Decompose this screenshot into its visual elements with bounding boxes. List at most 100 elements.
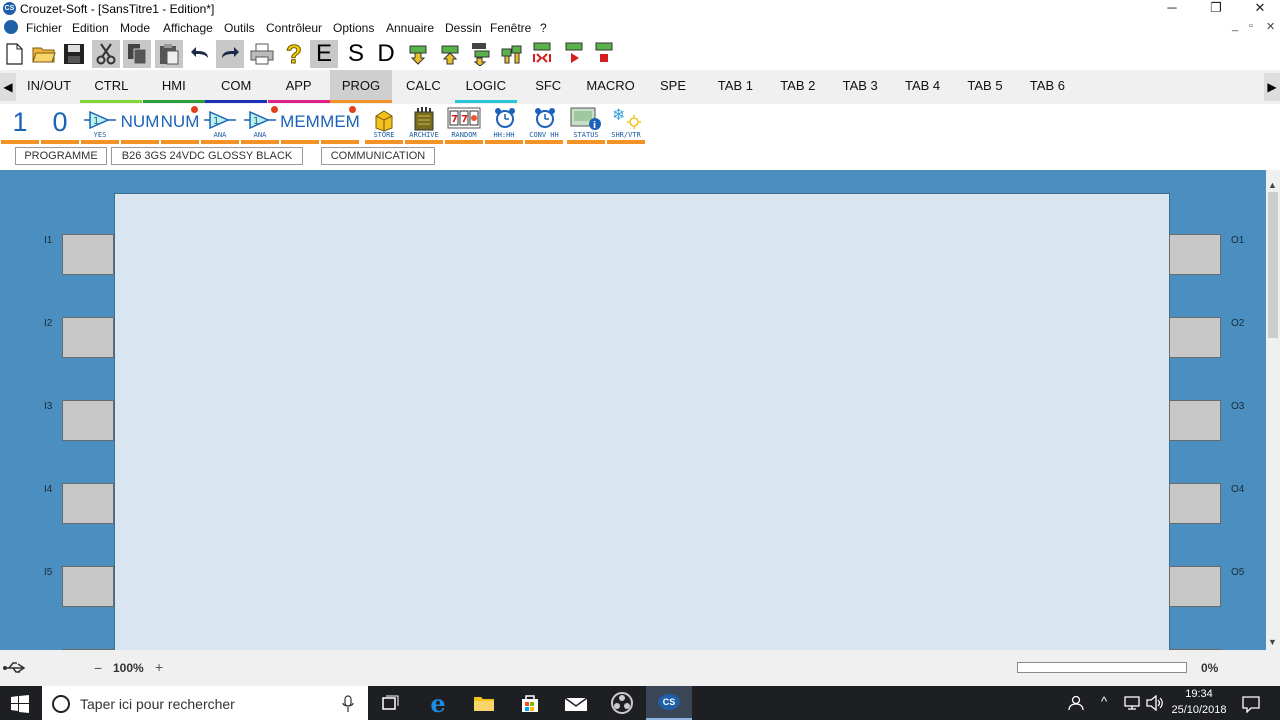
edit-mode-button[interactable]: E xyxy=(310,40,338,68)
taskbar-search-box[interactable]: Taper ici pour rechercher xyxy=(42,686,368,720)
palette-store[interactable]: STORE xyxy=(364,104,404,144)
program-canvas[interactable] xyxy=(114,193,1170,650)
menu-edition[interactable]: Edition xyxy=(72,21,109,35)
tab-macro[interactable]: MACRO xyxy=(580,70,642,103)
tab-com[interactable]: COM xyxy=(205,70,268,103)
edge-browser-icon[interactable]: e xyxy=(415,686,461,720)
scroll-up-icon[interactable]: ▲ xyxy=(1268,180,1277,190)
input-slot[interactable] xyxy=(62,566,114,607)
save-icon[interactable] xyxy=(60,40,88,68)
input-slot[interactable] xyxy=(62,234,114,275)
scroll-thumb[interactable] xyxy=(1268,192,1278,338)
tab-sfc[interactable]: SFC xyxy=(517,70,579,103)
people-icon[interactable] xyxy=(1066,695,1084,714)
tab-in-out[interactable]: IN/OUT xyxy=(18,70,80,103)
mdi-close-icon[interactable]: ✕ xyxy=(1266,20,1275,33)
tab-scroll-right-icon[interactable]: ▶ xyxy=(1264,73,1280,101)
tab-prog[interactable]: PROG xyxy=(330,70,392,103)
tab-logic[interactable]: LOGIC xyxy=(454,70,517,103)
mdi-app-icon[interactable] xyxy=(4,20,18,34)
menu-outils[interactable]: Outils xyxy=(224,21,255,35)
menu-mode[interactable]: Mode xyxy=(120,21,150,35)
volume-icon[interactable] xyxy=(1146,694,1164,714)
open-folder-icon[interactable] xyxy=(30,40,58,68)
palette-random[interactable]: 77 RANDOM xyxy=(444,104,484,144)
obs-studio-icon[interactable] xyxy=(599,686,645,720)
output-slot[interactable] xyxy=(1169,400,1221,441)
output-slot[interactable] xyxy=(1169,483,1221,524)
clock-time[interactable]: 19:34 xyxy=(1172,688,1226,700)
palette-ana-retained[interactable]: 1 ANA xyxy=(240,104,280,144)
download-program-icon[interactable] xyxy=(404,40,432,68)
simulation-mode-button[interactable]: S xyxy=(342,40,370,68)
tab-tab-3[interactable]: TAB 3 xyxy=(829,70,891,103)
communication-button[interactable]: COMMUNICATION xyxy=(321,147,435,165)
menu-fenetre[interactable]: Fenêtre xyxy=(490,21,531,35)
compare-icon[interactable] xyxy=(466,40,494,68)
task-view-icon[interactable] xyxy=(368,686,414,720)
paste-icon[interactable] xyxy=(155,40,183,68)
monitoring-mode-button[interactable]: D xyxy=(372,40,400,68)
mail-icon[interactable] xyxy=(553,686,599,720)
palette-yes[interactable]: 1 YES xyxy=(80,104,120,144)
tab-tab-5[interactable]: TAB 5 xyxy=(954,70,1016,103)
mdi-minimize-icon[interactable]: _ xyxy=(1232,20,1238,32)
tab-tab-4[interactable]: TAB 4 xyxy=(892,70,954,103)
action-center-icon[interactable] xyxy=(1242,695,1260,716)
menu-dessin[interactable]: Dessin xyxy=(445,21,482,35)
new-file-icon[interactable] xyxy=(0,40,28,68)
menu-help[interactable]: ? xyxy=(540,21,547,35)
output-slot[interactable] xyxy=(1169,566,1221,607)
run-icon[interactable] xyxy=(560,40,588,68)
palette-mem-retained[interactable]: MEM xyxy=(320,104,360,144)
palette-conv-hh[interactable]: CONV HH xyxy=(524,104,564,144)
programming-workspace[interactable]: I1 I2 I3 I4 I5 O1 O2 O3 O4 O5 xyxy=(0,170,1266,650)
show-hidden-icons-icon[interactable]: ^ xyxy=(1101,694,1107,709)
menu-annuaire[interactable]: Annuaire xyxy=(386,21,434,35)
menu-fichier[interactable]: Fichier xyxy=(26,21,62,35)
vertical-scrollbar[interactable]: ▲ ▼ xyxy=(1266,170,1280,650)
zoom-out-button[interactable]: − xyxy=(94,660,102,676)
tab-app[interactable]: APP xyxy=(267,70,330,103)
redo-icon[interactable] xyxy=(216,40,244,68)
store-icon[interactable] xyxy=(507,686,553,720)
menu-controleur[interactable]: Contrôleur xyxy=(266,21,322,35)
minimize-button[interactable]: ─ xyxy=(1158,0,1186,16)
menu-affichage[interactable]: Affichage xyxy=(163,21,213,35)
palette-ana[interactable]: 1 ANA xyxy=(200,104,240,144)
mdi-restore-icon[interactable]: ▫ xyxy=(1249,20,1253,32)
tab-calc[interactable]: CALC xyxy=(392,70,454,103)
palette-clock[interactable]: HH:HH xyxy=(484,104,524,144)
scroll-down-icon[interactable]: ▼ xyxy=(1268,637,1277,647)
palette-mem[interactable]: MEM xyxy=(280,104,320,144)
input-slot[interactable] xyxy=(62,400,114,441)
tab-spe[interactable]: SPE xyxy=(642,70,704,103)
help-icon[interactable]: ? xyxy=(280,38,308,69)
menu-options[interactable]: Options xyxy=(333,21,374,35)
copy-icon[interactable] xyxy=(123,40,151,68)
windows-start-icon[interactable] xyxy=(11,695,29,716)
restore-button[interactable]: ❐ xyxy=(1202,0,1230,16)
stop-icon[interactable] xyxy=(590,40,618,68)
tab-ctrl[interactable]: CTRL xyxy=(80,70,143,103)
palette-num-retained[interactable]: NUM xyxy=(160,104,200,144)
tab-tab-2[interactable]: TAB 2 xyxy=(767,70,829,103)
network-icon[interactable] xyxy=(1124,696,1142,713)
tab-tab-1[interactable]: TAB 1 xyxy=(704,70,766,103)
palette-archive[interactable]: ARCHIVE xyxy=(404,104,444,144)
tab-tab-6[interactable]: TAB 6 xyxy=(1016,70,1078,103)
zoom-in-button[interactable]: + xyxy=(155,659,163,675)
file-explorer-icon[interactable] xyxy=(461,686,507,720)
stop-run-icon[interactable] xyxy=(528,40,556,68)
tab-scroll-left-icon[interactable]: ◀ xyxy=(0,73,16,101)
input-slot[interactable] xyxy=(62,317,114,358)
output-slot[interactable] xyxy=(1169,317,1221,358)
crouzet-soft-task-icon[interactable]: CS xyxy=(646,686,692,720)
controller-model-button[interactable]: B26 3GS 24VDC GLOSSY BLACK xyxy=(111,147,303,165)
close-button[interactable]: ✕ xyxy=(1246,0,1274,16)
transfer-icon[interactable] xyxy=(498,40,526,68)
input-slot[interactable] xyxy=(62,483,114,524)
print-icon[interactable] xyxy=(248,40,276,68)
palette-status[interactable]: i STATUS xyxy=(566,104,606,144)
palette-num[interactable]: NUM xyxy=(120,104,160,144)
